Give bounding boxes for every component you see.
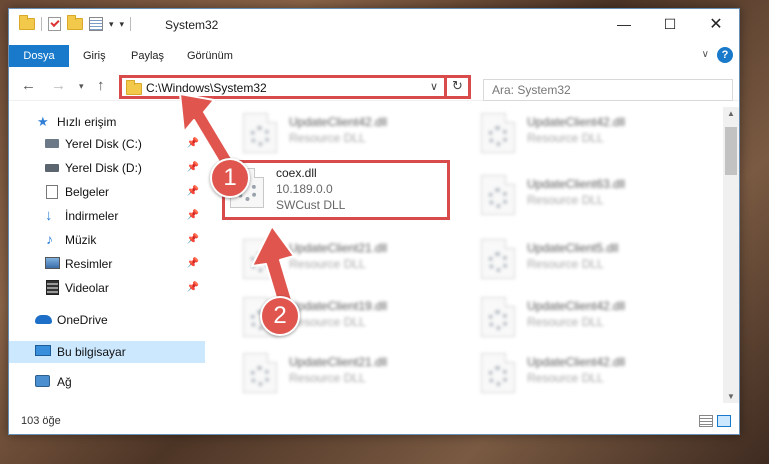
list-item[interactable]: UpdateClient42.dll Resource DLL (459, 351, 679, 397)
forward-arrow-icon[interactable]: → (51, 77, 66, 94)
expand-ribbon-icon[interactable]: ∨ (702, 49, 709, 60)
folder-icon (19, 15, 35, 30)
sidebar-item-videos[interactable]: Videolar 📌 (9, 277, 205, 299)
list-item[interactable]: coex.dll 10.189.0.0 SWCust DLL (222, 166, 442, 212)
dll-file-icon (481, 175, 515, 215)
tab-file[interactable]: Dosya (9, 45, 69, 67)
item-count: 103 öğe (21, 415, 61, 427)
dll-file-icon (481, 239, 515, 279)
new-folder-icon[interactable] (67, 15, 83, 30)
refresh-icon[interactable]: ↻ (444, 75, 468, 99)
folder-icon (126, 80, 142, 95)
list-item[interactable]: UpdateClient5.dll Resource DLL (459, 237, 679, 283)
address-path[interactable]: C:\Windows\System32 (146, 81, 267, 95)
scroll-up-icon[interactable]: ▲ (727, 109, 735, 118)
customize-toolbar-icon[interactable]: ▾ (120, 19, 125, 30)
documents-icon (46, 185, 58, 199)
large-icons-view-icon[interactable] (717, 415, 731, 427)
list-item[interactable]: UpdateClient21.dll Resource DLL (221, 237, 441, 283)
dll-file-icon (243, 239, 277, 279)
list-item[interactable]: UpdateClient42.dll Resource DLL (221, 111, 441, 157)
pin-icon[interactable]: 📌 (187, 258, 199, 269)
sidebar-item-downloads[interactable]: ↓ İndirmeler 📌 (9, 205, 205, 227)
sidebar-item-network[interactable]: Ağ (9, 371, 205, 393)
dll-file-icon (481, 113, 515, 153)
sidebar-item-local-disk-d[interactable]: Yerel Disk (D:) 📌 (9, 157, 205, 179)
vertical-scrollbar[interactable]: ▲ ▼ (723, 107, 739, 403)
music-icon: ♪ (46, 231, 53, 247)
pin-icon[interactable]: 📌 (187, 210, 199, 221)
sidebar-item-local-disk-c[interactable]: Yerel Disk (C:) 📌 (9, 133, 205, 155)
dll-file-icon (243, 353, 277, 393)
drive-icon (45, 139, 59, 148)
search-input[interactable]: Ara: System32 (483, 79, 733, 101)
title-bar: ▾ ▾ System32 — ☐ ✕ (9, 9, 739, 41)
sidebar-item-documents[interactable]: Belgeler 📌 (9, 181, 205, 203)
back-arrow-icon[interactable]: ← (21, 77, 36, 94)
list-item[interactable]: UpdateClient63.dll Resource DLL (459, 173, 679, 219)
file-description: SWCust DLL (276, 198, 346, 212)
drive-icon (45, 164, 59, 172)
dll-file-icon (243, 113, 277, 153)
file-explorer-window: ▾ ▾ System32 — ☐ ✕ Dosya Giriş Paylaş Gö… (8, 8, 740, 435)
divider (130, 17, 132, 31)
divider (41, 17, 42, 31)
pin-icon[interactable]: 📌 (187, 138, 199, 149)
computer-icon (35, 345, 51, 356)
download-icon: ↓ (45, 207, 53, 224)
address-bar[interactable]: C:\Windows\System32 ∨ ↻ (119, 75, 471, 99)
tab-home[interactable]: Giriş (83, 45, 106, 67)
pin-icon[interactable]: 📌 (187, 186, 199, 197)
properties-icon[interactable] (89, 17, 103, 31)
pictures-icon (45, 257, 60, 269)
scroll-down-icon[interactable]: ▼ (727, 392, 735, 401)
navigation-pane: ★ Hızlı erişim Yerel Disk (C:) 📌 Yerel D… (9, 107, 205, 403)
pin-icon[interactable]: 📌 (187, 234, 199, 245)
navigation-bar: ← → ▾ ↑ C:\Windows\System32 ∨ ↻ Ara: Sys… (9, 71, 739, 101)
file-name: coex.dll (276, 166, 317, 180)
network-icon (35, 375, 50, 387)
quick-access-toolbar: ▾ ▾ (19, 15, 132, 31)
sidebar-item-onedrive[interactable]: OneDrive (9, 309, 205, 331)
star-icon: ★ (37, 114, 49, 129)
file-version: 10.189.0.0 (276, 182, 333, 196)
step-1-badge: 1 (210, 158, 250, 198)
sidebar-item-this-pc[interactable]: Bu bilgisayar (9, 341, 205, 363)
scrollbar-thumb[interactable] (725, 127, 737, 175)
address-dropdown-icon[interactable]: ∨ (430, 80, 438, 93)
help-icon[interactable]: ? (717, 47, 733, 63)
pin-icon[interactable]: 📌 (187, 162, 199, 173)
details-view-icon[interactable] (699, 415, 713, 427)
list-item[interactable]: UpdateClient42.dll Resource DLL (459, 295, 679, 341)
pin-icon[interactable]: 📌 (187, 282, 199, 293)
list-item[interactable]: UpdateClient42.dll Resource DLL (459, 111, 679, 157)
list-item[interactable]: UpdateClient21.dll Resource DLL (221, 351, 441, 397)
maximize-button[interactable]: ☐ (647, 9, 693, 39)
ribbon-tabs: Dosya Giriş Paylaş Görünüm ∨ ? (9, 45, 739, 67)
tab-view[interactable]: Görünüm (187, 45, 233, 67)
close-button[interactable]: ✕ (693, 9, 739, 39)
highlighted-file-coex[interactable]: coex.dll 10.189.0.0 SWCust DLL (222, 160, 450, 220)
sidebar-item-music[interactable]: ♪ Müzik 📌 (9, 229, 205, 251)
sidebar-item-pictures[interactable]: Resimler 📌 (9, 253, 205, 275)
step-2-badge: 2 (260, 296, 300, 336)
minimize-button[interactable]: — (601, 9, 647, 39)
list-item[interactable]: UpdateClient19.dll Resource DLL (221, 295, 441, 341)
cloud-icon (35, 315, 52, 324)
video-icon (46, 280, 59, 295)
tab-share[interactable]: Paylaş (131, 45, 164, 67)
status-bar: 103 öğe (9, 410, 739, 434)
up-arrow-icon[interactable]: ↑ (97, 77, 105, 94)
dll-file-icon (481, 353, 515, 393)
sidebar-item-quick-access[interactable]: ★ Hızlı erişim (9, 111, 205, 133)
window-title: System32 (165, 18, 219, 32)
properties-check-icon[interactable] (48, 17, 61, 31)
recent-locations-icon[interactable]: ▾ (79, 81, 84, 92)
dll-file-icon (481, 297, 515, 337)
file-list: UpdateClient42.dll Resource DLL UpdateCl… (211, 107, 723, 403)
chevron-down-icon[interactable]: ▾ (109, 19, 114, 30)
